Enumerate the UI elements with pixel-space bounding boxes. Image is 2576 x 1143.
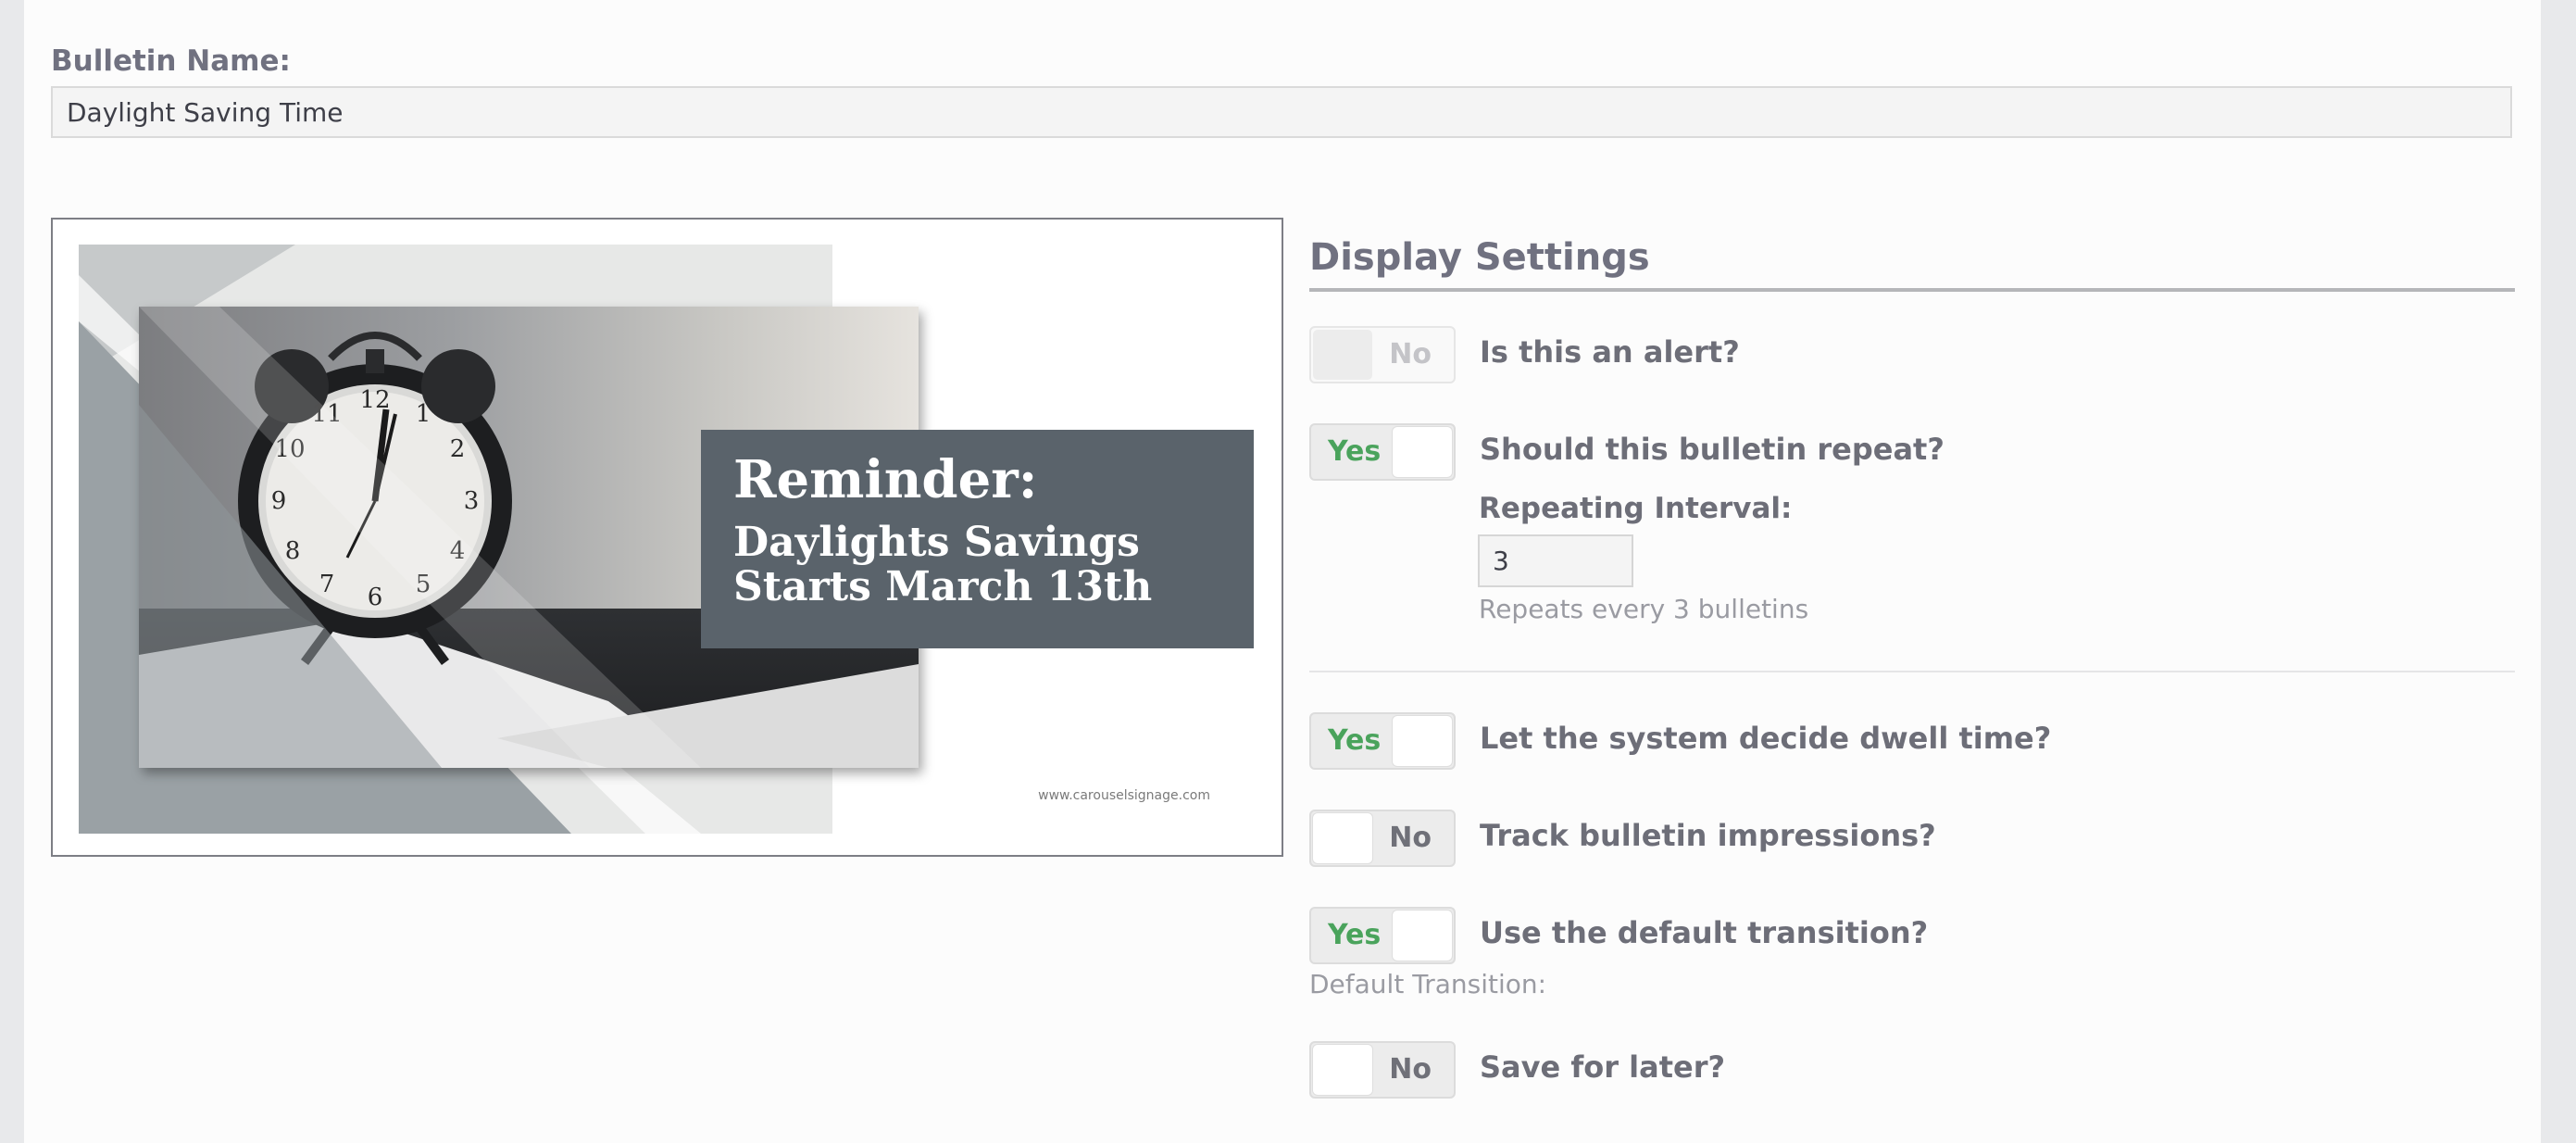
- transition-label: Use the default transition?: [1480, 915, 1929, 950]
- alert-toggle[interactable]: No: [1309, 326, 1456, 383]
- svg-text:1: 1: [416, 400, 431, 428]
- toggle-state: Yes: [1328, 724, 1382, 757]
- repeating-interval-input[interactable]: [1478, 534, 1633, 587]
- repeat-label: Should this bulletin repeat?: [1480, 432, 1945, 467]
- bulletin-name-input[interactable]: [51, 86, 2512, 138]
- save-later-toggle[interactable]: No: [1309, 1041, 1456, 1099]
- display-settings-title: Display Settings: [1309, 236, 1650, 279]
- svg-text:9: 9: [271, 487, 287, 515]
- dwell-toggle[interactable]: Yes: [1309, 712, 1456, 770]
- toggle-state: No: [1389, 1053, 1432, 1086]
- toggle-state: Yes: [1328, 435, 1382, 468]
- repeat-toggle[interactable]: Yes: [1309, 423, 1456, 481]
- toggle-knob: [1393, 427, 1452, 477]
- toggle-knob: [1313, 1045, 1372, 1095]
- preview-heading: Reminder:: [733, 449, 1037, 510]
- save-later-label: Save for later?: [1480, 1049, 1726, 1085]
- preview-line2: Starts March 13th: [733, 563, 1152, 610]
- preview-image: 12 1 2 3 4 5 6 7 8 9 10 11 Reminder: Day…: [79, 245, 1254, 834]
- svg-text:8: 8: [285, 537, 301, 565]
- settings-divider: [1309, 671, 2515, 672]
- dwell-label: Let the system decide dwell time?: [1480, 721, 2052, 756]
- transition-toggle[interactable]: Yes: [1309, 907, 1456, 964]
- impressions-label: Track bulletin impressions?: [1480, 818, 1936, 853]
- repeating-interval-help: Repeats every 3 bulletins: [1479, 594, 1809, 624]
- svg-text:2: 2: [450, 435, 466, 463]
- display-settings-rule: [1309, 288, 2515, 292]
- svg-text:3: 3: [464, 487, 480, 515]
- svg-text:12: 12: [359, 386, 390, 414]
- toggle-knob: [1313, 813, 1372, 863]
- toggle-state: Yes: [1328, 919, 1382, 951]
- alert-label: Is this an alert?: [1480, 334, 1740, 370]
- toggle-state: No: [1389, 822, 1432, 854]
- toggle-knob: [1313, 330, 1372, 380]
- bulletin-name-label: Bulletin Name:: [51, 44, 291, 78]
- svg-text:6: 6: [368, 584, 383, 611]
- preview-url: www.carouselsignage.com: [1038, 788, 1210, 803]
- repeating-interval-label: Repeating Interval:: [1479, 492, 1793, 525]
- bulletin-preview: 12 1 2 3 4 5 6 7 8 9 10 11 Reminder: Day…: [51, 218, 1283, 857]
- preview-line1: Daylights Savings: [733, 519, 1140, 566]
- svg-text:7: 7: [319, 571, 335, 598]
- toggle-knob: [1393, 716, 1452, 766]
- toggle-state: No: [1389, 338, 1432, 371]
- toggle-knob: [1393, 911, 1452, 961]
- default-transition-label: Default Transition:: [1309, 969, 1547, 999]
- impressions-toggle[interactable]: No: [1309, 810, 1456, 867]
